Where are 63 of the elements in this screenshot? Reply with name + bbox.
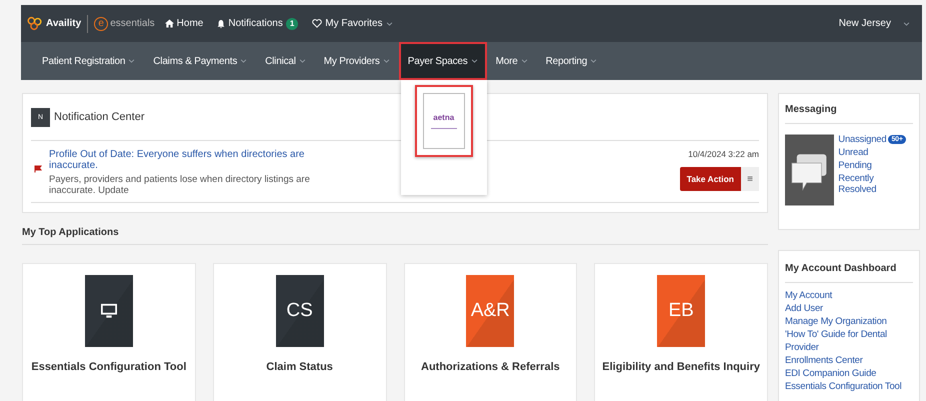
rings-logo-icon [26,16,44,31]
messaging-link[interactable]: Recently Resolved [838,173,913,195]
home-icon [164,19,174,28]
chevron-icon [903,22,910,26]
card-title: Notification Center [54,111,144,123]
chevron-icon [520,59,528,63]
heart-icon [312,19,322,28]
count-badge: 1 [286,18,298,30]
app-abbreviation: CS [286,300,313,322]
chevron-icon [470,59,478,63]
nav-tab[interactable]: Payer Spaces [398,42,487,80]
header-link[interactable]: Home [164,18,204,29]
app-name: Eligibility and Benefits Inquiry [602,361,760,373]
nav-tab[interactable]: My Providers [314,42,399,80]
account-link[interactable]: 'How To' Guide for Dental Provider [785,328,913,354]
nav-tab[interactable]: Reporting [536,42,606,80]
app-abbreviation: EB [668,300,694,322]
payer-logo: aetna [433,113,454,122]
payer-logo-tile[interactable]: aetna [422,93,465,149]
chevron-icon [382,59,390,63]
account-link[interactable]: Manage My Organization [785,315,913,328]
tagline-line [430,128,457,129]
product-mark: e [94,16,108,30]
brand-name[interactable]: Availity [46,18,82,29]
menu-button[interactable]: ≡ [741,167,759,191]
account-link[interactable]: Enrollments Center [785,354,913,367]
notification-text: Payers, providers and patients lose when directory listings are inaccurate. Update [49,174,311,196]
account-link[interactable]: Add User [785,302,913,315]
app-name: Essentials Configuration Tool [31,361,186,373]
nav-tab[interactable]: More [486,42,537,80]
messaging-link[interactable]: Unread [838,147,913,158]
flag-icon [34,165,42,173]
app-card[interactable]: EB Eligibility and Benefits Inquiry [594,263,768,401]
app-abbreviation: A&R [470,300,510,322]
nav-tab[interactable]: Patient Registration [33,42,144,80]
notification-link[interactable]: Profile Out of Date: Everyone suffers when directories are inaccurate. [49,149,334,171]
account-link[interactable]: EDI Companion Guide [785,367,913,380]
region-selector[interactable]: New Jersey [838,18,891,29]
messaging-link[interactable]: Pending [838,160,913,171]
card-title: Messaging [785,94,913,124]
bell-icon [217,18,226,28]
card-title: My Account Dashboard [785,251,913,283]
product-name: essentials [110,18,155,29]
app-card[interactable]: A&R Authorizations & Referrals [404,263,578,401]
nav-tab[interactable]: Claims & Payments [144,42,256,80]
chevron-icon [240,59,248,63]
app-card[interactable]: CS Claim Status [212,263,386,401]
section-title: My Top Applications [22,227,768,245]
take-action-button[interactable]: Take Action [680,167,741,191]
app-name: Authorizations & Referrals [421,361,560,373]
chevron-icon [128,59,136,63]
monitor-icon [100,303,118,319]
account-link[interactable]: My Account [785,289,913,302]
chevron-icon [590,59,598,63]
chat-bubbles-icon [785,134,834,206]
header-link[interactable]: My Favorites [312,18,393,29]
chevron-icon [298,59,306,63]
nav-tab[interactable]: Clinical [256,42,315,80]
app-card[interactable]: Essentials Configuration Tool [22,263,196,401]
notification-date: 10/4/2024 3:22 am [688,149,759,159]
account-link[interactable]: Essentials Configuration Tool [785,380,913,393]
header-link[interactable]: Notifications 1 [217,18,298,30]
app-name: Claim Status [266,361,333,373]
